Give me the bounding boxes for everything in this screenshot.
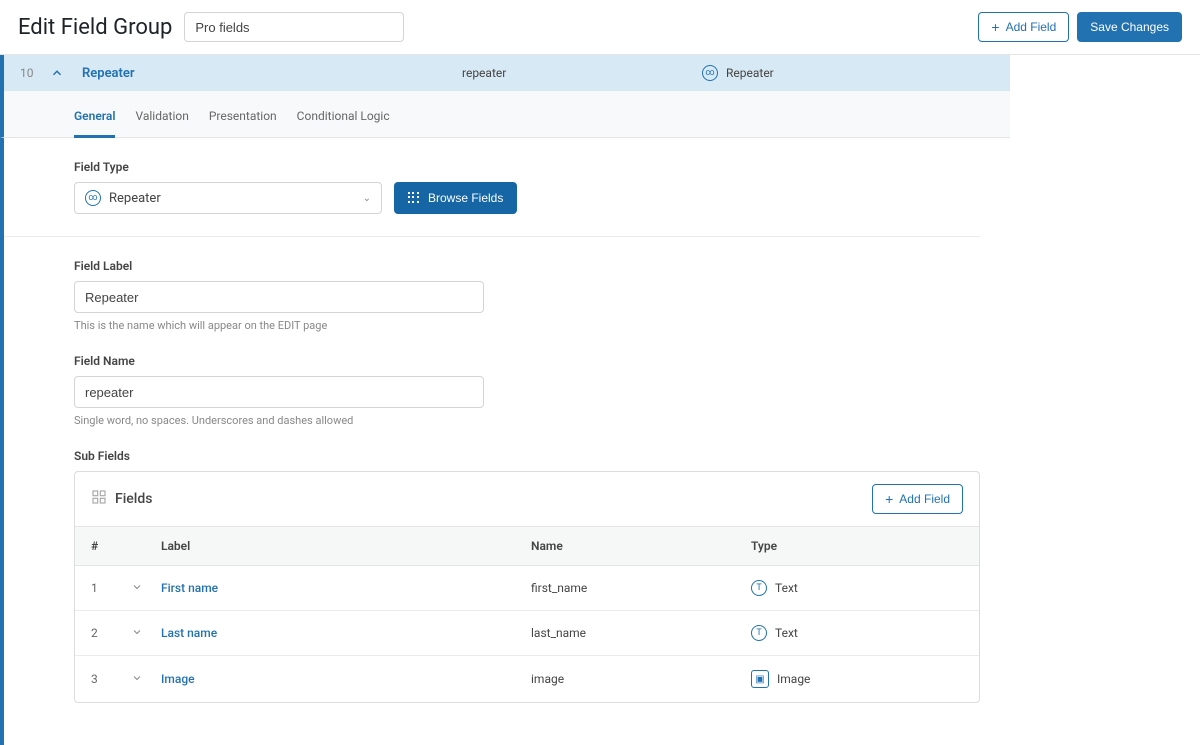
field-name-row: Field Name Single word, no spaces. Under…: [74, 354, 980, 427]
chevron-down-icon: ⌄: [363, 193, 371, 204]
col-expand: [131, 539, 161, 553]
field-summary-row[interactable]: 10 Repeater repeater ∞ Repeater: [0, 55, 1010, 91]
row-type: T Text: [751, 580, 963, 596]
field-type-label: Field Type: [74, 160, 980, 174]
chevron-down-icon: [131, 626, 143, 638]
row-type: T Text: [751, 625, 963, 641]
save-changes-label: Save Changes: [1090, 20, 1169, 34]
subfield-row[interactable]: 3 Image image ▣ Image: [75, 656, 979, 702]
chevron-down-icon: [131, 672, 143, 684]
content-area: 10 Repeater repeater ∞ Repeater General …: [0, 55, 1200, 745]
layout-icon: [91, 489, 107, 509]
row-num: 3: [91, 672, 131, 686]
field-name-input[interactable]: [74, 376, 484, 408]
field-type-select[interactable]: ∞ Repeater ⌄: [74, 182, 382, 214]
tab-presentation[interactable]: Presentation: [209, 103, 277, 137]
row-num: 1: [91, 581, 131, 595]
add-subfield-label: Add Field: [899, 492, 950, 506]
field-name: repeater: [462, 66, 702, 80]
tab-general[interactable]: General: [74, 103, 115, 138]
row-type-text: Image: [777, 672, 810, 686]
text-icon: T: [751, 580, 767, 596]
field-type-text: Repeater: [726, 66, 774, 80]
field-tabs: General Validation Presentation Conditio…: [0, 91, 1010, 138]
subfield-link[interactable]: Last name: [161, 626, 217, 640]
chevron-up-icon: [50, 66, 64, 80]
expand-toggle[interactable]: [131, 626, 161, 641]
field-name-help: Single word, no spaces. Underscores and …: [74, 414, 980, 427]
field-type-badge: ∞ Repeater: [702, 65, 774, 81]
col-label: Label: [161, 539, 531, 553]
divider: [4, 236, 980, 237]
row-name: first_name: [531, 581, 751, 595]
browse-fields-button[interactable]: Browse Fields: [394, 182, 517, 214]
subfields-label: Sub Fields: [74, 449, 980, 463]
col-type: Type: [751, 539, 963, 553]
group-name-input[interactable]: [184, 12, 404, 42]
text-icon: T: [751, 625, 767, 641]
field-label-row: Field Label This is the name which will …: [74, 259, 980, 332]
row-num: 2: [91, 626, 131, 640]
subfield-link[interactable]: First name: [161, 581, 218, 595]
subfield-row[interactable]: 2 Last name last_name T Text: [75, 611, 979, 656]
gear-svg: [91, 489, 107, 505]
repeater-icon: ∞: [702, 65, 718, 81]
col-name: Name: [531, 539, 751, 553]
page-title: Edit Field Group: [18, 15, 172, 40]
tab-conditional[interactable]: Conditional Logic: [297, 103, 390, 137]
field-label[interactable]: Repeater: [82, 66, 462, 81]
expand-toggle[interactable]: [131, 581, 161, 596]
collapse-toggle[interactable]: [50, 66, 68, 80]
field-settings: Field Type ∞ Repeater ⌄ Browse Fields Fi…: [0, 138, 1010, 745]
expand-toggle[interactable]: [131, 672, 161, 687]
subfield-link[interactable]: Image: [161, 672, 195, 686]
field-type-row: Field Type ∞ Repeater ⌄ Browse Fields: [74, 160, 980, 214]
add-field-label: Add Field: [1006, 20, 1057, 34]
row-type: ▣ Image: [751, 670, 963, 688]
col-num: #: [91, 539, 131, 553]
row-type-text: Text: [775, 626, 798, 640]
plus-icon: +: [991, 20, 999, 34]
subfields-header: Fields + Add Field: [75, 472, 979, 527]
main-column: 10 Repeater repeater ∞ Repeater General …: [0, 55, 1010, 745]
subfields-box: Fields + Add Field # Label Name Type: [74, 471, 980, 703]
row-label: First name: [161, 581, 531, 595]
subfields-table-header: # Label Name Type: [75, 527, 979, 566]
field-type-value: Repeater: [109, 191, 355, 206]
field-order: 10: [20, 66, 50, 80]
field-type-controls: ∞ Repeater ⌄ Browse Fields: [74, 182, 980, 214]
header-actions: + Add Field Save Changes: [978, 12, 1182, 42]
row-name: image: [531, 672, 751, 686]
subfields-title-text: Fields: [115, 491, 152, 507]
image-icon: ▣: [751, 670, 769, 688]
row-label: Image: [161, 672, 531, 686]
subfield-row[interactable]: 1 First name first_name T Text: [75, 566, 979, 611]
chevron-down-icon: [131, 581, 143, 593]
subfields-title: Fields: [91, 489, 152, 509]
save-changes-button[interactable]: Save Changes: [1077, 12, 1182, 42]
repeater-icon: ∞: [85, 190, 101, 206]
field-name-caption: Field Name: [74, 354, 980, 368]
row-name: last_name: [531, 626, 751, 640]
tab-validation[interactable]: Validation: [135, 103, 188, 137]
header-bar: Edit Field Group + Add Field Save Change…: [0, 0, 1200, 55]
row-label: Last name: [161, 626, 531, 640]
row-type-text: Text: [775, 581, 798, 595]
browse-fields-label: Browse Fields: [428, 191, 503, 205]
add-field-button[interactable]: + Add Field: [978, 12, 1069, 42]
field-label-input[interactable]: [74, 281, 484, 313]
plus-icon: +: [885, 492, 893, 506]
field-label-caption: Field Label: [74, 259, 980, 273]
subfields-section: Sub Fields Fields + Add Field: [74, 449, 980, 703]
add-subfield-button[interactable]: + Add Field: [872, 484, 963, 514]
grid-icon: [408, 192, 420, 204]
field-label-help: This is the name which will appear on th…: [74, 319, 980, 332]
